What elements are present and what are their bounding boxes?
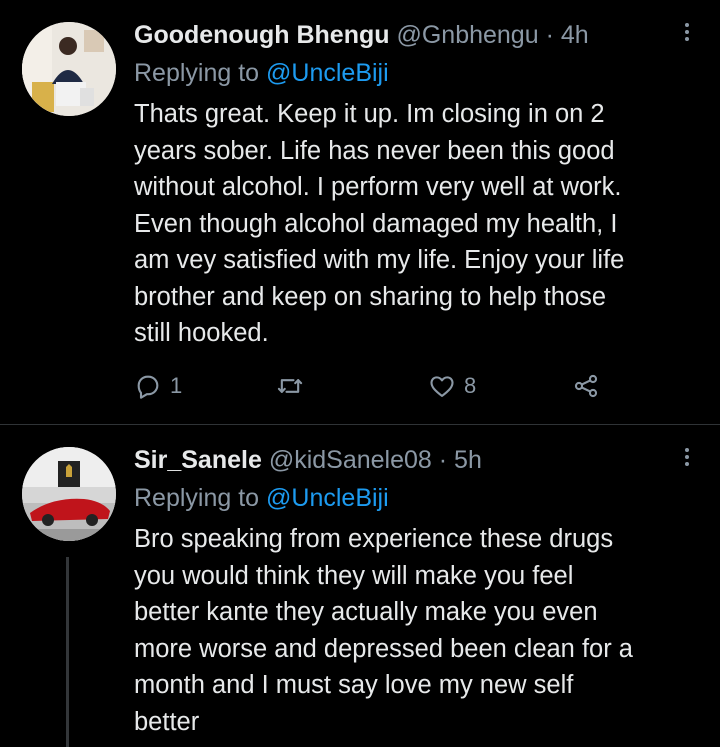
like-count: 8 — [464, 373, 477, 398]
user-handle[interactable]: @Gnbhengu — [396, 21, 538, 49]
reply-count: 1 — [170, 373, 183, 398]
avatar[interactable] — [22, 22, 116, 116]
replying-to: Replying to @UncleBiji — [134, 56, 389, 90]
more-icon[interactable] — [682, 445, 692, 475]
like-icon — [430, 376, 454, 397]
timestamp[interactable]: 4h — [561, 21, 589, 49]
tweet-text: Bro speaking from experience these drugs… — [134, 525, 633, 736]
separator: · — [438, 446, 448, 474]
replying-to-prefix: Replying to — [134, 59, 260, 87]
user-handle[interactable]: @kidSanele08 — [269, 446, 432, 474]
replying-to: Replying to @UncleBiji — [134, 481, 389, 515]
mention-link[interactable]: @UncleBiji — [266, 59, 389, 87]
reply-icon — [137, 375, 159, 399]
separator: · — [545, 21, 554, 49]
thread-line — [66, 557, 69, 747]
tweet[interactable]: Sir_Sanele @kidSanele08 · 5h Replying to… — [0, 425, 720, 747]
tweet-actions: 1 8 — [134, 366, 614, 406]
more-icon[interactable] — [682, 20, 692, 50]
reply-button[interactable]: 1 — [134, 366, 182, 406]
avatar[interactable] — [22, 447, 116, 541]
like-button[interactable]: 8 — [428, 366, 476, 406]
share-button[interactable] — [572, 366, 600, 406]
tweet-text: Thats great. Keep it up. Im closing in o… — [134, 100, 625, 347]
replying-to-prefix: Replying to — [134, 484, 260, 512]
share-icon — [574, 374, 598, 398]
tweet-header: Goodenough Bhengu @Gnbhengu · 4h — [134, 18, 589, 52]
tweet-header: Sir_Sanele @kidSanele08 · 5h — [134, 443, 482, 477]
tweet[interactable]: Goodenough Bhengu @Gnbhengu · 4h Replyin… — [0, 0, 720, 425]
mention-link[interactable]: @UncleBiji — [266, 484, 389, 512]
timestamp[interactable]: 5h — [454, 446, 482, 474]
display-name[interactable]: Goodenough Bhengu — [134, 21, 390, 49]
retweet-button[interactable] — [276, 366, 312, 406]
display-name[interactable]: Sir_Sanele — [134, 446, 262, 474]
retweet-icon — [277, 379, 303, 393]
